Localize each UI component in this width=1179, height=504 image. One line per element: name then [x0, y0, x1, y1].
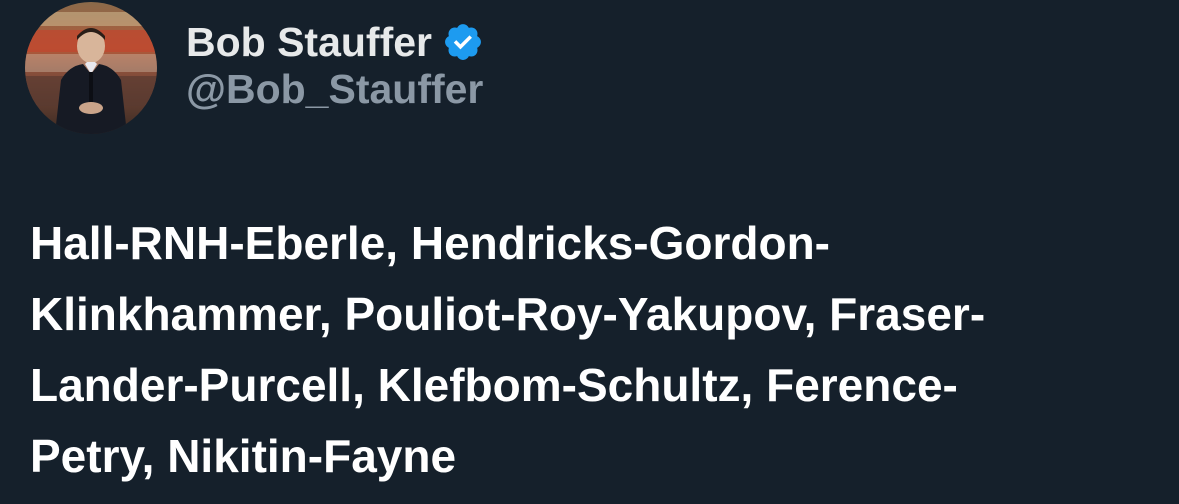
tweet-text-line: Petry, Nikitin-Fayne [30, 430, 457, 482]
display-name[interactable]: Bob Stauffer [186, 19, 432, 66]
tweet-text: Hall-RNH-Eberle, Hendricks-Gordon- Klink… [30, 208, 1150, 492]
tweet-text-line: Hall-RNH-Eberle, Hendricks-Gordon- [30, 217, 830, 269]
tweet-text-line: Lander-Purcell, Klefbom-Schultz, Ference… [30, 359, 958, 411]
profile-photo-icon [25, 2, 157, 134]
user-handle[interactable]: @Bob_Stauffer [186, 66, 483, 118]
avatar[interactable] [25, 2, 157, 134]
author-name-row: Bob Stauffer [186, 14, 484, 70]
verified-badge-icon [442, 21, 484, 63]
tweet-card: Bob Stauffer @Bob_Stauffer Hall-RNH-Eber… [0, 0, 1179, 504]
tweet-text-line: Klinkhammer, Pouliot-Roy-Yakupov, Fraser… [30, 288, 986, 340]
